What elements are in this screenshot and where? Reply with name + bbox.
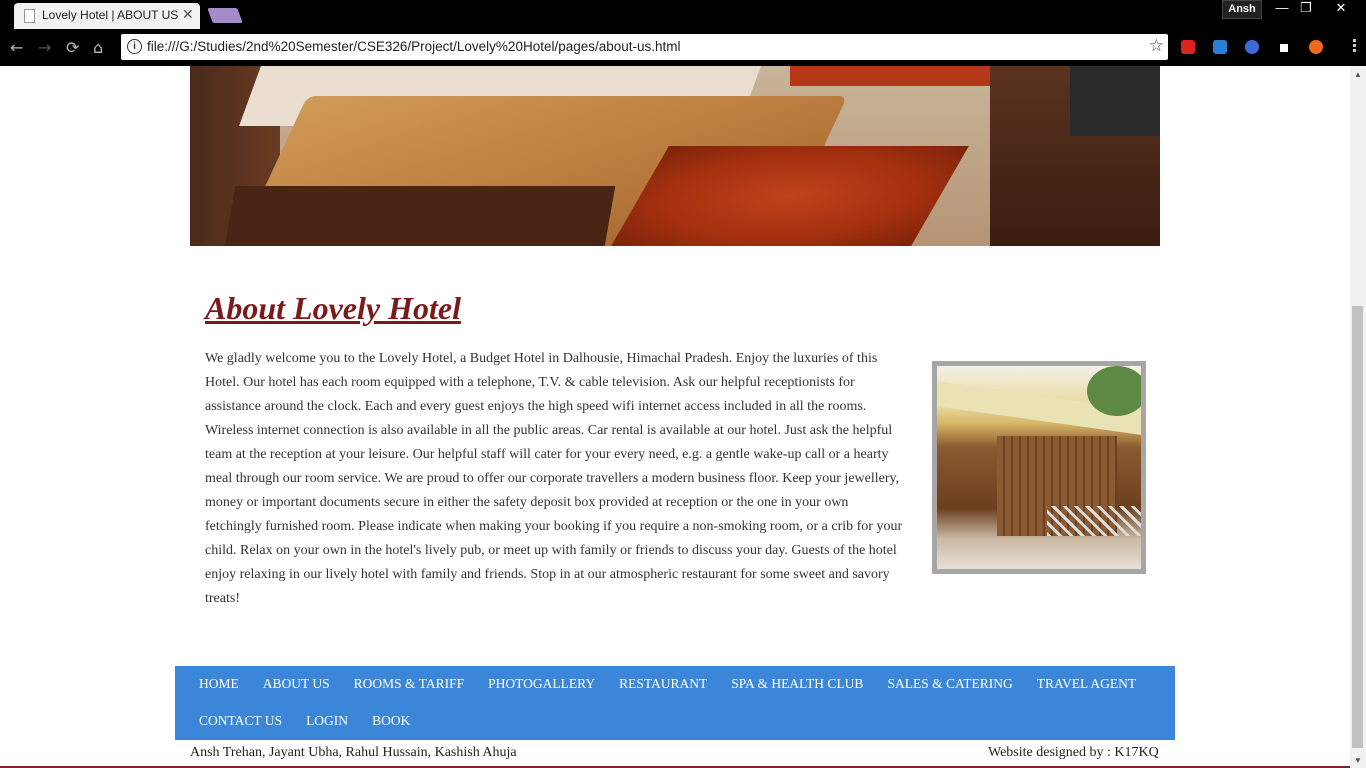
- nav-link-about-us[interactable]: ABOUT US: [251, 666, 342, 703]
- nav-link-restaurant[interactable]: RESTAURANT: [607, 666, 719, 703]
- nav-link-login[interactable]: LOGIN: [294, 703, 360, 740]
- bookmark-star-icon[interactable]: ☆: [1149, 36, 1164, 56]
- extension-square-icon[interactable]: [1277, 41, 1291, 55]
- about-paragraph: We gladly welcome you to the Lovely Hote…: [205, 351, 903, 606]
- minimize-icon[interactable]: —: [1270, 0, 1294, 15]
- nav-link-contact-us[interactable]: CONTACT US: [187, 703, 294, 740]
- browser-menu-icon[interactable]: [1353, 39, 1357, 54]
- new-tab-button[interactable]: [207, 8, 243, 23]
- scroll-up-icon[interactable]: ▲: [1354, 70, 1362, 79]
- page-title: About Lovely Hotel: [205, 290, 461, 326]
- designer-credits: Website designed by : K17KQ: [988, 745, 1159, 760]
- browser-tab-strip: Lovely Hotel | ABOUT US ✕ Ansh — ❐ ✕: [0, 0, 1366, 29]
- url-text[interactable]: file:///G:/Studies/2nd%20Semester/CSE326…: [147, 39, 681, 54]
- browser-toolbar: ← → ⟳ ⌂ i file:///G:/Studies/2nd%20Semes…: [0, 29, 1366, 66]
- reload-icon[interactable]: ⟳: [66, 38, 79, 57]
- hotel-room-banner-image: [190, 66, 1160, 246]
- nav-link-sales-catering[interactable]: SALES & CATERING: [875, 666, 1024, 703]
- home-icon[interactable]: ⌂: [93, 38, 103, 57]
- profile-button[interactable]: Ansh: [1222, 0, 1262, 19]
- forward-icon[interactable]: →: [38, 38, 51, 57]
- extension-fire-icon[interactable]: [1309, 40, 1323, 54]
- tab-title: Lovely Hotel | ABOUT US: [42, 8, 179, 22]
- footer-navigation: HOME ABOUT US ROOMS & TARIFF PHOTOGALLER…: [175, 666, 1175, 740]
- extension-shield-icon[interactable]: [1181, 40, 1195, 54]
- page-scrollbar[interactable]: ▲ ▼: [1350, 66, 1366, 768]
- restore-icon[interactable]: ❐: [1294, 0, 1318, 16]
- nav-link-book[interactable]: BOOK: [360, 703, 422, 740]
- nav-link-travel-agent[interactable]: TRAVEL AGENT: [1025, 666, 1148, 703]
- scroll-down-icon[interactable]: ▼: [1354, 756, 1362, 765]
- address-bar[interactable]: i file:///G:/Studies/2nd%20Semester/CSE3…: [121, 34, 1168, 60]
- nav-link-photogallery[interactable]: PHOTOGALLERY: [476, 666, 607, 703]
- nav-link-home[interactable]: HOME: [187, 666, 251, 703]
- page-viewport: About Lovely Hotel We gladly welcome you…: [0, 66, 1350, 768]
- hotel-exterior-photo: [932, 361, 1146, 574]
- extension-globe-icon[interactable]: [1245, 40, 1259, 54]
- nav-link-spa-health-club[interactable]: SPA & HEALTH CLUB: [719, 666, 875, 703]
- tab-close-icon[interactable]: ✕: [182, 6, 194, 23]
- nav-link-rooms-tariff[interactable]: ROOMS & TARIFF: [342, 666, 476, 703]
- scrollbar-thumb[interactable]: [1352, 306, 1363, 748]
- back-icon[interactable]: ←: [10, 38, 23, 57]
- browser-tab[interactable]: Lovely Hotel | ABOUT US ✕: [14, 3, 200, 29]
- page-icon: [24, 9, 35, 23]
- site-info-icon[interactable]: i: [127, 39, 142, 54]
- window-close-icon[interactable]: ✕: [1329, 0, 1353, 16]
- extension-rocket-icon[interactable]: [1213, 40, 1227, 54]
- team-credits: Ansh Trehan, Jayant Ubha, Rahul Hussain,…: [190, 745, 517, 760]
